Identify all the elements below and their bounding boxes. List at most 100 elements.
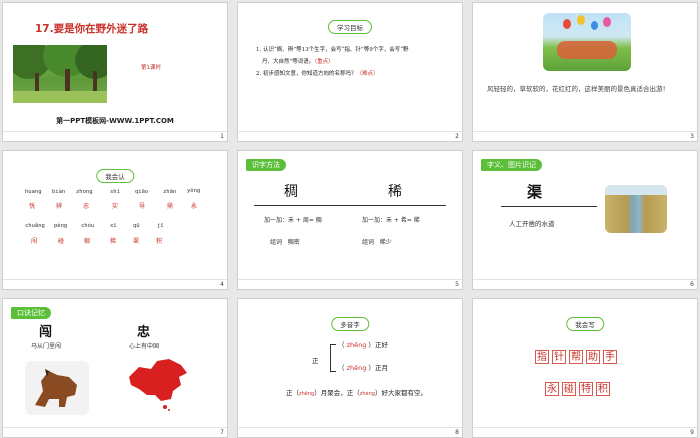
section-pill: 学习目标 — [328, 20, 372, 34]
writing-row-2: 永碰特积 — [545, 377, 613, 396]
word-right: 组词 稀少 — [362, 239, 392, 246]
pinyin: biàn — [52, 189, 66, 195]
sentence-part-c: ）好大家都有空。 — [374, 389, 427, 397]
difficulty-tag: （难点） — [356, 71, 379, 77]
reading-1: （ zhēng ）正好 — [338, 341, 388, 349]
target-char: 渠 — [527, 183, 543, 201]
reading-2-pinyin: zhēng — [346, 364, 367, 372]
section-tag: 识字方法 — [246, 159, 286, 171]
hanzi: 导 — [139, 203, 146, 210]
divider — [238, 131, 462, 132]
pinyin: xī — [110, 223, 117, 229]
page-number: 1 — [220, 133, 224, 140]
pinyin: chuǎng — [25, 223, 45, 229]
writing-char: 永 — [545, 382, 559, 396]
pinyin: shí — [110, 189, 120, 195]
divider — [473, 279, 697, 280]
hanzi: 实 — [112, 203, 119, 210]
mnemonic-right: 心上有中国 — [129, 343, 160, 350]
sentence-part-b: ）月聚会，正（ — [314, 389, 360, 397]
page-number: 2 — [455, 133, 459, 140]
scene-description: 风轻轻的，草软软的，花红红的，这样美丽的景色真适合出游！ — [487, 85, 669, 93]
page-number: 7 — [220, 429, 224, 436]
slide-2[interactable]: 学习目标 1. 认识“枫、辨”等13个生字，会写“指、针”等9个字，会写“野 丹… — [237, 2, 463, 142]
section-pill: 多音字 — [331, 317, 369, 331]
hanzi: 忠 — [83, 203, 90, 210]
hanzi: 辨 — [56, 203, 63, 210]
writing-char: 碰 — [562, 382, 576, 396]
section-divider — [254, 205, 446, 206]
mnemonic-left: 马从门里闯 — [31, 343, 62, 350]
pinyin: huang — [25, 189, 42, 195]
divider — [473, 427, 697, 428]
canal-photo — [605, 185, 667, 233]
goal-line-3-text: 2. 初步感知文意，你知道方向的名称吗？ — [256, 71, 357, 77]
goal-line-2-text: 丹、大自然”等词语。 — [262, 59, 315, 65]
divider — [3, 427, 227, 428]
hanzi: 积 — [156, 238, 163, 245]
hanzi: 恍 — [29, 203, 36, 210]
reading-2-word: 正月 — [374, 364, 388, 372]
pinyin: jī — [157, 223, 164, 229]
hanzi: 永 — [191, 203, 198, 210]
forest-photo — [13, 45, 107, 103]
slide-6[interactable]: 字义、图片识记 渠 人工开凿的水道 6 — [472, 150, 698, 290]
hanzi: 闯 — [31, 238, 38, 245]
char-left: 闯 — [39, 325, 53, 340]
char-right: 忠 — [137, 325, 151, 340]
char-right: 稀 — [388, 184, 402, 200]
pinyin: chóu — [81, 223, 95, 229]
sentence-pinyin-2: zhèng — [359, 391, 375, 397]
method-right: 加一加：禾 + 希= 稀 — [362, 217, 420, 224]
sentence-pinyin-1: zhēng — [299, 391, 315, 397]
writing-char: 针 — [552, 350, 566, 364]
hanzi: 鼎 — [167, 203, 174, 210]
polyphone-char: 正 — [312, 357, 319, 365]
key-point-tag: （重点） — [314, 59, 334, 65]
slide-1[interactable]: 17.要是你在野外迷了路 第1课时 第一PPT模板网-WWW.1PPT.COM … — [2, 2, 228, 142]
writing-char: 特 — [579, 382, 593, 396]
writing-row-1: 指针帮助手 — [535, 345, 620, 364]
hanzi: 稀 — [110, 238, 117, 245]
china-map — [125, 355, 191, 413]
example-sentence: 正（zhēng）月聚会，正（zhèng）好大家都有空。 — [286, 387, 427, 397]
page-number: 9 — [690, 429, 694, 436]
slide-3[interactable]: 风轻轻的，草软软的，花红红的，这样美丽的景色真适合出游！ 3 — [472, 2, 698, 142]
divider — [3, 131, 227, 132]
writing-char: 指 — [535, 350, 549, 364]
pinyin: yǒng — [187, 188, 201, 194]
slide-9[interactable]: 我会写 指针帮助手 永碰特积 9 — [472, 298, 698, 438]
reading-1-word: 正好 — [374, 341, 388, 349]
slide-8[interactable]: 多音字 正 （ zhēng ）正好 （ zhēng ）正月 正（zhēng）月聚… — [237, 298, 463, 438]
slide-7[interactable]: 口诀记忆 闯 马从门里闯 忠 心上有中国 7 — [2, 298, 228, 438]
lesson-period-tag: 第1课时 — [141, 65, 161, 71]
writing-char: 积 — [596, 382, 610, 396]
pinyin: qū — [133, 223, 140, 229]
slide-footer: 第一PPT模板网-WWW.1PPT.COM — [56, 117, 174, 125]
reading-1-pinyin: zhēng — [346, 341, 367, 349]
divider — [3, 279, 227, 280]
pinyin: zhān — [163, 189, 177, 195]
method-left: 加一加：禾 + 周= 稠 — [264, 217, 322, 224]
char-left: 稠 — [284, 184, 298, 200]
slide-5[interactable]: 识字方法 稠 稀 加一加：禾 + 周= 稠 加一加：禾 + 希= 稀 组词 稠密… — [237, 150, 463, 290]
section-tag: 口诀记忆 — [11, 307, 51, 319]
writing-char: 手 — [603, 350, 617, 364]
writing-char: 帮 — [569, 350, 583, 364]
char-meaning: 人工开凿的水道 — [509, 220, 555, 228]
reading-bracket — [330, 344, 336, 372]
lesson-title: 17.要是你在野外迷了路 — [35, 23, 149, 35]
pinyin: qiāo — [135, 189, 149, 195]
page-number: 4 — [220, 281, 224, 288]
divider — [238, 427, 462, 428]
divider — [473, 131, 697, 132]
section-tag: 字义、图片识记 — [481, 159, 542, 171]
sentence-part-a: 正（ — [286, 389, 299, 397]
section-pill: 我会写 — [566, 317, 604, 331]
slide-4[interactable]: 我会认 huang biàn zhong shí qiāo zhān yǒng … — [2, 150, 228, 290]
horse-photo — [25, 361, 89, 415]
page-number: 6 — [690, 281, 694, 288]
section-pill: 我会认 — [96, 169, 134, 183]
writing-char: 助 — [586, 350, 600, 364]
hanzi: 渠 — [133, 238, 140, 245]
